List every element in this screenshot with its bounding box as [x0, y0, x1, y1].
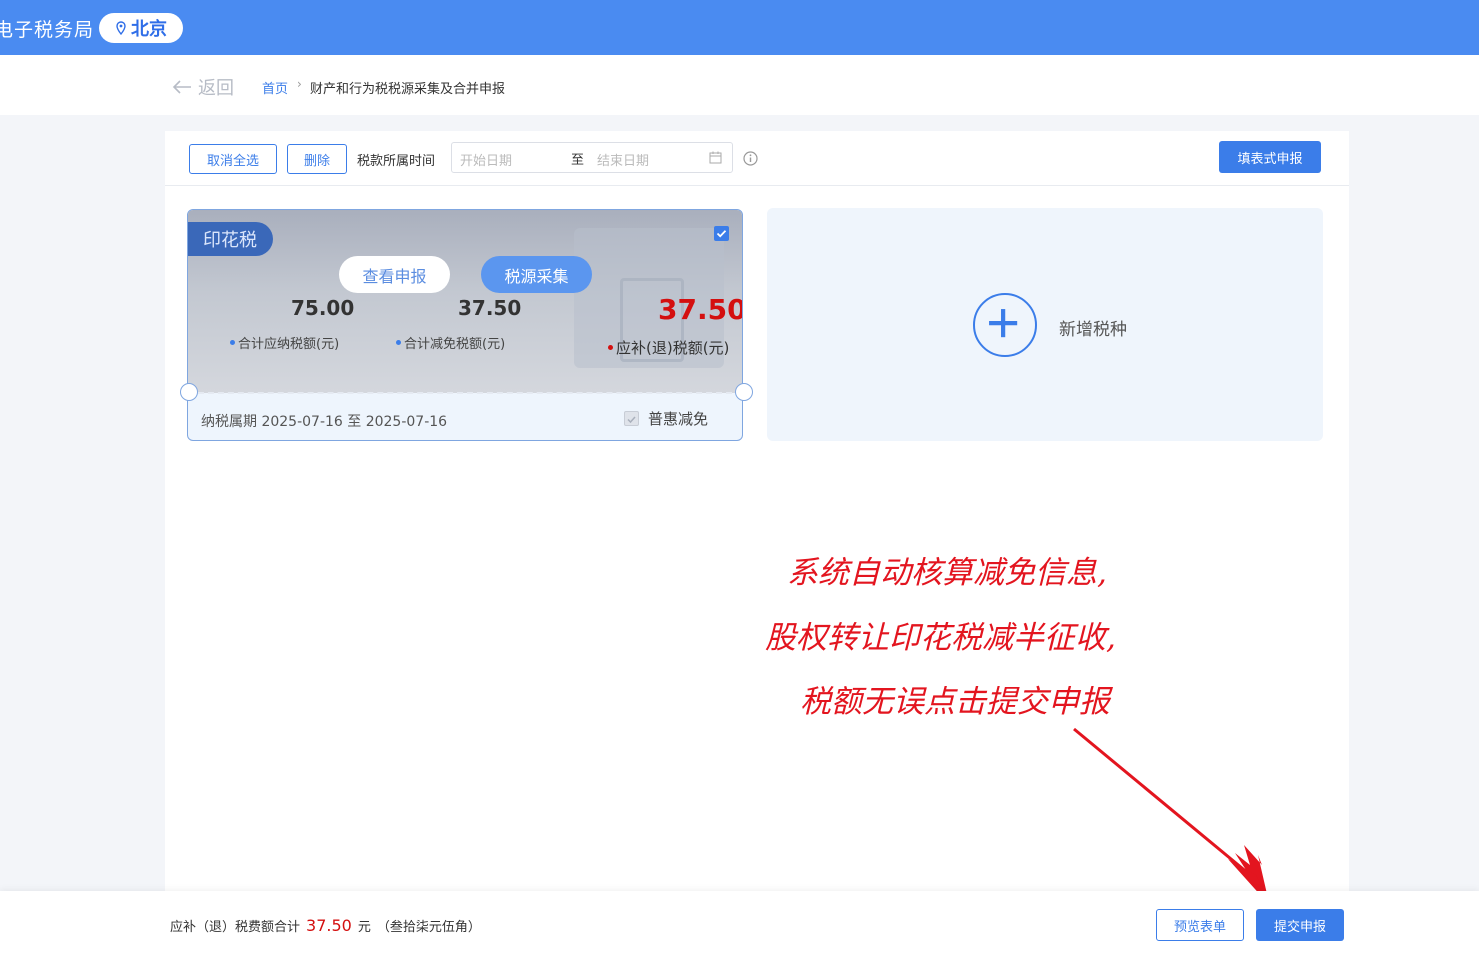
footer-total: 应补（退）税费额合计 37.50 元 （叁拾柒元伍角）	[170, 916, 481, 935]
bullet-dot	[396, 340, 401, 345]
total-tax-value: 75.00	[291, 296, 355, 320]
payable-value: 37.50	[658, 293, 743, 326]
location-pin-icon	[116, 21, 126, 35]
site-title: 电子税务局	[0, 19, 95, 41]
checkmark-icon	[627, 416, 636, 424]
tax-type-tag: 印花税	[188, 222, 273, 256]
add-tax-type-label: 新增税种	[1059, 320, 1127, 340]
total-relief-label: 合计减免税额(元)	[396, 333, 505, 352]
relief-checkbox	[624, 411, 639, 426]
checkmark-icon	[716, 230, 727, 238]
bullet-dot	[608, 345, 613, 350]
breadcrumb-current: 财产和行为税税源采集及合并申报	[310, 82, 506, 97]
relief-option: 普惠减免	[624, 408, 708, 429]
relief-label: 普惠减免	[648, 410, 709, 428]
tax-period: 纳税属期 2025-07-16 至 2025-07-16	[201, 414, 448, 430]
view-declaration-button[interactable]: 查看申报	[339, 256, 450, 293]
date-range-separator: 至	[571, 153, 585, 168]
card-divider	[188, 392, 742, 394]
add-tax-type-card[interactable]: 新增税种	[767, 208, 1323, 441]
annotation-line-3: 税额无误点击提交申报	[800, 684, 1110, 720]
annotation-arrow	[1073, 727, 1272, 908]
plus-glyph	[989, 309, 1018, 338]
arrow-left-icon	[172, 80, 191, 94]
toolbar-divider	[165, 185, 1349, 186]
bullet-dot	[230, 340, 235, 345]
cancel-select-all-button[interactable]: 取消全选	[189, 144, 277, 174]
back-button[interactable]: 返回	[172, 74, 234, 100]
breadcrumb-separator: ›	[297, 77, 302, 91]
calendar-icon	[709, 151, 722, 164]
delete-button[interactable]: 删除	[287, 144, 347, 174]
plus-icon	[973, 293, 1037, 357]
date-range-picker[interactable]: 开始日期 至 结束日期	[451, 142, 733, 173]
source-collection-button[interactable]: 税源采集	[481, 256, 592, 293]
total-relief-value: 37.50	[458, 296, 522, 320]
location-label: 北京	[131, 19, 167, 40]
total-amount: 37.50	[306, 916, 352, 935]
submit-declaration-button[interactable]: 提交申报	[1256, 909, 1344, 941]
total-tax-label: 合计应纳税额(元)	[230, 333, 339, 352]
total-unit: 元	[357, 920, 371, 935]
form-declare-button[interactable]: 填表式申报	[1219, 141, 1321, 173]
total-relief-label-text: 合计减免税额(元)	[404, 337, 506, 352]
breadcrumb-home-link[interactable]: 首页	[262, 78, 288, 97]
tax-period-label: 税款所属时间	[357, 154, 436, 169]
total-label: 应补（退）税费额合计	[170, 920, 301, 935]
preview-form-button[interactable]: 预览表单	[1156, 909, 1244, 941]
end-date-input[interactable]: 结束日期	[597, 150, 649, 169]
location-selector[interactable]: 北京	[99, 13, 183, 43]
top-bar	[0, 0, 1479, 55]
total-tax-label-text: 合计应纳税额(元)	[238, 337, 340, 352]
tax-card-stamp-duty[interactable]: 印花税 查看申报 税源采集 75.00 合计应纳税额(元) 37.50 合计减免…	[187, 209, 743, 441]
annotation-line-2: 股权转让印花税减半征收,	[765, 620, 1116, 656]
tax-card-checkbox[interactable]	[714, 226, 729, 241]
payable-label: 应补(退)税额(元)	[608, 337, 729, 358]
back-label: 返回	[198, 78, 234, 99]
card-notch-right	[735, 383, 753, 401]
start-date-input[interactable]: 开始日期	[460, 150, 512, 169]
card-notch-left	[180, 383, 198, 401]
payable-label-text: 应补(退)税额(元)	[616, 339, 730, 357]
annotation-line-1: 系统自动核算减免信息,	[787, 555, 1107, 591]
info-icon[interactable]	[743, 151, 758, 166]
total-amount-words: （叁拾柒元伍角）	[376, 920, 481, 935]
